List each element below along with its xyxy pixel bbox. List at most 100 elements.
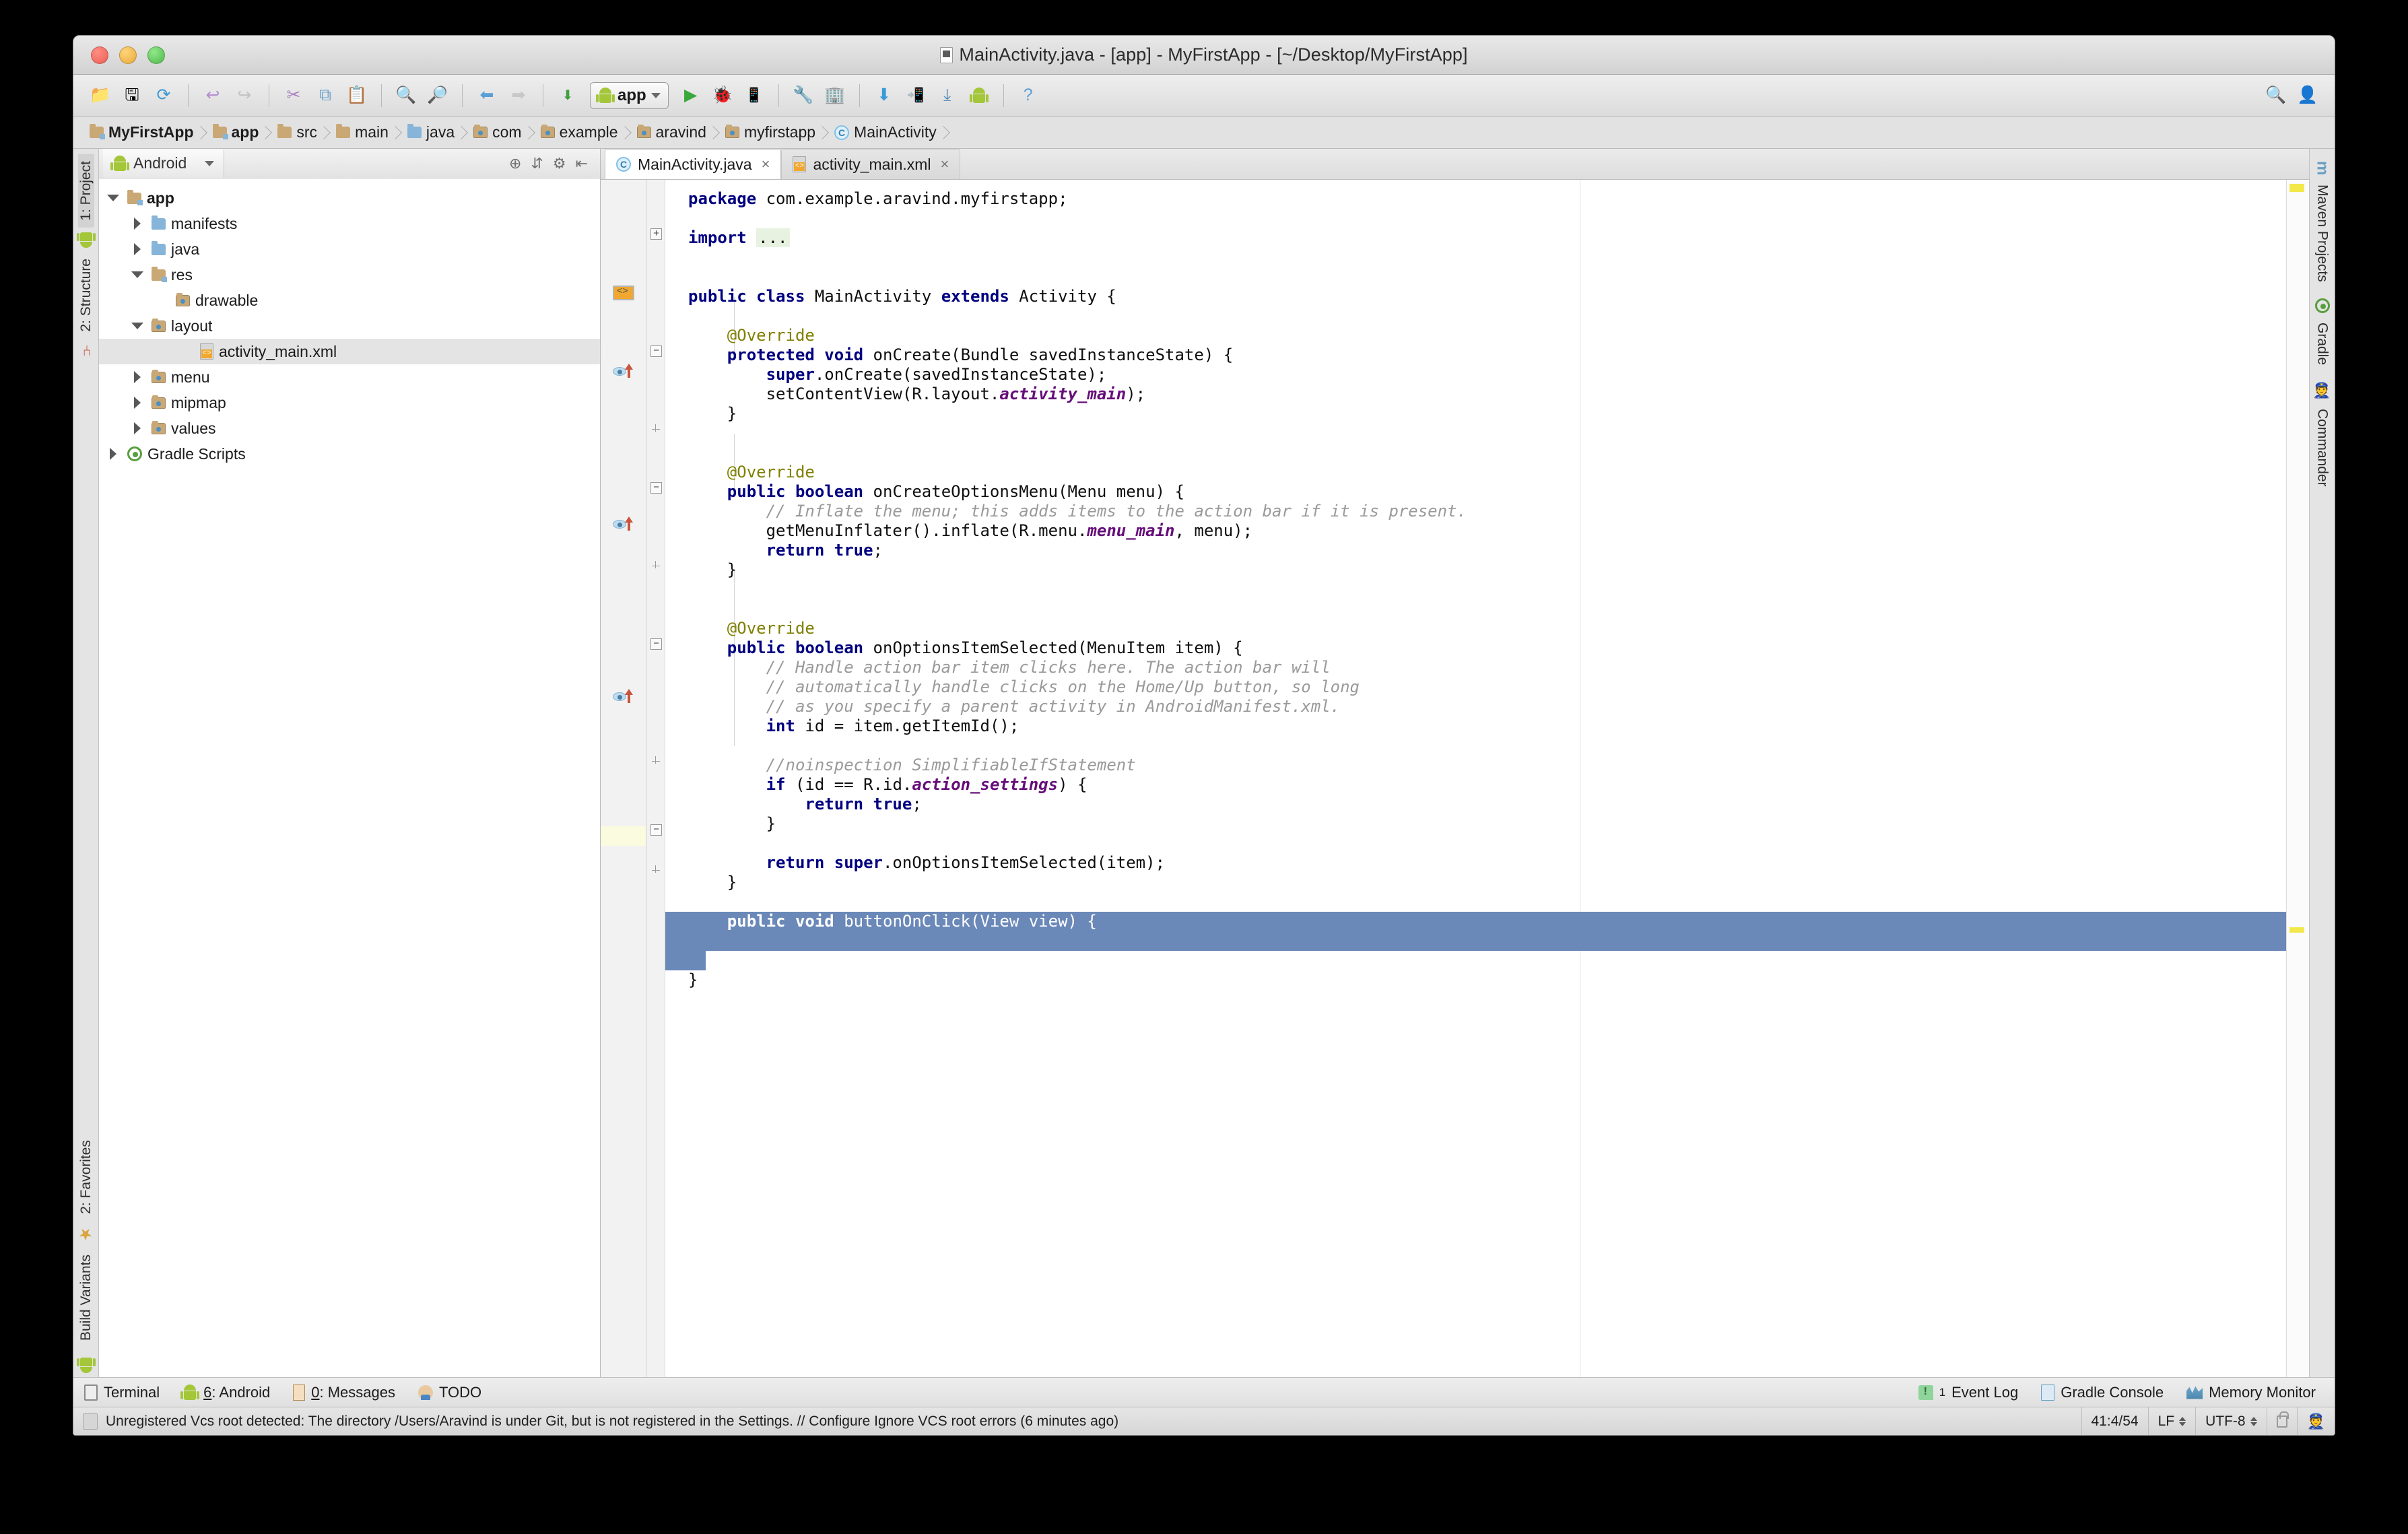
hide-panel-icon[interactable]: ⇤ (576, 155, 588, 172)
run-icon[interactable]: ▶ (676, 81, 706, 110)
cut-icon[interactable]: ✂ (279, 81, 308, 110)
sidebar-item-commander[interactable]: Commander (2314, 402, 2331, 494)
fold-collapse-icon[interactable]: − (650, 345, 662, 357)
run-device-icon[interactable]: 📲 (901, 81, 931, 110)
breadcrumb-item-app[interactable]: app (205, 116, 270, 149)
breadcrumb-item-com[interactable]: com (465, 116, 532, 149)
tree-item-activity-main-xml[interactable]: activity_main.xml (99, 339, 600, 364)
status-message[interactable]: Unregistered Vcs root detected: The dire… (106, 1413, 2081, 1430)
replace-icon[interactable]: 🔎 (423, 81, 453, 110)
settings-gear-icon[interactable]: ⚙ (553, 155, 566, 172)
tree-item-menu[interactable]: menu (99, 364, 600, 390)
compile-icon[interactable]: ⬇ (553, 81, 582, 110)
search-icon[interactable]: 🔍 (2261, 81, 2291, 110)
sidebar-item-build-variants[interactable]: Build Variants (78, 1248, 94, 1347)
breadcrumb-item-aravind[interactable]: aravind (629, 116, 717, 149)
twisty-expanded-icon[interactable] (129, 323, 146, 329)
twisty-collapsed-icon[interactable] (129, 218, 146, 230)
sync-icon[interactable]: ⟳ (149, 81, 178, 110)
code-text[interactable]: package com.example.aravind.myfirstapp; … (665, 180, 2286, 1377)
breadcrumb-item-mainactivity[interactable]: CMainActivity (826, 116, 947, 149)
tool-button-terminal[interactable]: Terminal (84, 1384, 160, 1401)
collapsed-imports[interactable]: ... (756, 228, 789, 247)
fold-end-icon[interactable] (650, 424, 662, 432)
editor-fold-column[interactable]: + − − − − (646, 180, 665, 1377)
tree-item-java[interactable]: java (99, 236, 600, 262)
breadcrumb-item-myfirstapp-pkg[interactable]: myfirstapp (717, 116, 826, 149)
paste-icon[interactable]: 📋 (342, 81, 372, 110)
project-tree[interactable]: app manifests java res (99, 178, 600, 1377)
override-marker-icon[interactable] (613, 516, 633, 533)
android-device-icon[interactable] (964, 81, 994, 110)
tool-button-gradle-console[interactable]: Gradle Console (2041, 1384, 2164, 1401)
inspector-toggle[interactable]: 👮 (2297, 1407, 2335, 1436)
project-view-selector[interactable]: Android (103, 149, 224, 178)
open-folder-icon[interactable]: 📁 (86, 81, 115, 110)
sidebar-item-gradle[interactable]: Gradle (2314, 316, 2331, 372)
breadcrumb-item-example[interactable]: example (533, 116, 629, 149)
tree-item-drawable[interactable]: drawable (99, 288, 600, 313)
tool-button-messages[interactable]: 0: Messages (293, 1384, 395, 1401)
twisty-collapsed-icon[interactable] (129, 422, 146, 434)
twisty-collapsed-icon[interactable] (104, 448, 122, 460)
sidebar-item-maven-projects[interactable]: Maven Projects (2314, 178, 2331, 289)
avd-manager-icon[interactable]: 🏢 (820, 81, 850, 110)
fold-collapse-icon[interactable]: − (650, 482, 662, 494)
sidebar-item-favorites[interactable]: 2: Favorites (78, 1133, 94, 1221)
twisty-expanded-icon[interactable] (129, 271, 146, 278)
tab-mainactivity-java[interactable]: C MainActivity.java × (605, 149, 781, 179)
layout-preview-icon[interactable] (613, 286, 634, 300)
help-icon[interactable]: ? (1013, 81, 1043, 110)
tool-button-event-log[interactable]: 1 Event Log (1918, 1384, 2019, 1401)
tool-button-todo[interactable]: TODO (418, 1384, 481, 1401)
tree-item-res[interactable]: res (99, 262, 600, 288)
download-icon[interactable]: ⤓ (933, 81, 962, 110)
read-only-toggle[interactable] (2267, 1407, 2297, 1436)
twisty-collapsed-icon[interactable] (129, 371, 146, 383)
warning-marker[interactable] (2289, 184, 2304, 192)
close-icon[interactable]: × (762, 156, 770, 173)
sidebar-item-project[interactable]: 1: Project (78, 154, 94, 228)
override-marker-icon[interactable] (613, 364, 633, 380)
fold-collapse-icon[interactable]: − (650, 638, 662, 650)
fold-expand-icon[interactable]: + (650, 228, 662, 240)
debug-icon[interactable]: 🐞 (708, 81, 737, 110)
collapse-all-icon[interactable]: ⇵ (531, 155, 543, 172)
fold-end-icon[interactable] (650, 865, 662, 873)
sdk-manager-icon[interactable]: 🔧 (789, 81, 818, 110)
close-icon[interactable]: × (941, 156, 949, 173)
locate-icon[interactable]: ⊕ (509, 155, 521, 172)
tool-button-android[interactable]: 6: Android (182, 1384, 270, 1401)
breadcrumb-item-src[interactable]: src (269, 116, 328, 149)
tree-item-manifests[interactable]: manifests (99, 211, 600, 236)
tool-button-memory-monitor[interactable]: Memory Monitor (2186, 1384, 2316, 1401)
redo-icon[interactable]: ↪ (230, 81, 259, 110)
tree-item-mipmap[interactable]: mipmap (99, 390, 600, 415)
copy-icon[interactable]: ⧉ (310, 81, 340, 110)
navigate-back-icon[interactable]: ⬅ (472, 81, 502, 110)
editor-gutter[interactable] (601, 180, 646, 1377)
tree-item-app[interactable]: app (99, 185, 600, 211)
find-icon[interactable]: 🔍 (391, 81, 421, 110)
caret-position[interactable]: 41:4/54 (2081, 1407, 2148, 1436)
fold-end-icon[interactable] (650, 756, 662, 764)
save-all-icon[interactable]: 🖫 (117, 81, 147, 110)
selection-marker[interactable] (2289, 927, 2304, 933)
fold-end-icon[interactable] (650, 561, 662, 568)
twisty-collapsed-icon[interactable] (129, 397, 146, 409)
breadcrumb-item-java[interactable]: java (399, 116, 465, 149)
tree-item-values[interactable]: values (99, 415, 600, 441)
run-configuration-selector[interactable]: app (590, 82, 669, 109)
fold-collapse-icon[interactable]: − (650, 824, 662, 836)
tree-item-layout[interactable]: layout (99, 313, 600, 339)
sidebar-item-structure[interactable]: 2: Structure (78, 252, 94, 339)
sync-gradle-icon[interactable]: ⬇ (869, 81, 899, 110)
user-icon[interactable]: 👤 (2293, 81, 2322, 110)
override-marker-icon[interactable] (613, 689, 633, 705)
navigate-forward-icon[interactable]: ➡ (504, 81, 533, 110)
encoding-selector[interactable]: UTF-8 (2195, 1407, 2267, 1436)
breadcrumb-item-main[interactable]: main (328, 116, 399, 149)
debug-device-icon[interactable]: 📱 (739, 81, 769, 110)
tree-item-gradle-scripts[interactable]: Gradle Scripts (99, 441, 600, 467)
undo-icon[interactable]: ↩ (198, 81, 228, 110)
